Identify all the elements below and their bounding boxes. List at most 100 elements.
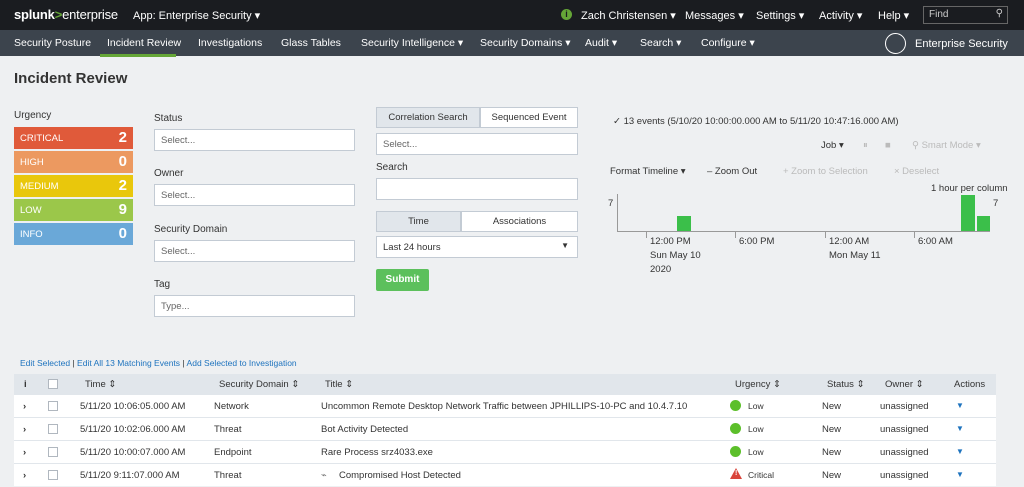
axis-sublabel: Mon May 11	[829, 250, 881, 261]
table-row[interactable]: › 5/11/20 10:06:05.000 AM Network Uncomm…	[14, 394, 996, 417]
user-menu[interactable]: Zach Christensen ▾	[581, 9, 676, 22]
nav-search[interactable]: Search ▾	[640, 37, 681, 49]
smart-mode-menu[interactable]: ⚲ Smart Mode ▾	[912, 140, 981, 151]
table-row[interactable]: › 5/11/20 9:11:07.000 AM Threat ⌁ Compro…	[14, 463, 996, 486]
row-owner: unassigned	[880, 424, 929, 435]
urgency-high[interactable]: HIGH 0	[14, 151, 133, 173]
settings-menu[interactable]: Settings ▾	[756, 9, 804, 22]
tab-associations[interactable]: Associations	[461, 211, 578, 232]
find-input[interactable]: Find ⚲	[923, 6, 1008, 24]
urgency-info[interactable]: INFO 0	[14, 223, 133, 245]
status-select[interactable]: Select...	[154, 129, 355, 151]
tab-sequenced-event[interactable]: Sequenced Event	[480, 107, 578, 128]
add-to-investigation-link[interactable]: Add Selected to Investigation	[187, 358, 297, 368]
row-urgency: Low	[748, 401, 764, 411]
active-tab-indicator	[100, 54, 176, 57]
format-timeline-menu[interactable]: Format Timeline ▾	[610, 166, 686, 177]
owner-select[interactable]: Select...	[154, 184, 355, 206]
row-owner: unassigned	[880, 447, 929, 458]
security-domain-select[interactable]: Select...	[154, 240, 355, 262]
expand-row-icon[interactable]: ›	[23, 424, 26, 435]
axis-sublabel: 2020	[650, 264, 672, 275]
domain-column-header[interactable]: Security Domain ⇕	[219, 379, 299, 390]
urgency-medium[interactable]: MEDIUM 2	[14, 175, 133, 197]
expand-row-icon[interactable]: ›	[23, 447, 26, 458]
tab-time[interactable]: Time	[376, 211, 461, 232]
top-bar: splunk>enterprise App: Enterprise Securi…	[0, 0, 1024, 30]
time-range-picker[interactable]: Last 24 hours ▼	[376, 236, 578, 258]
zoom-to-selection-button[interactable]: + Zoom to Selection	[783, 166, 868, 177]
job-menu[interactable]: Job ▾	[821, 140, 844, 151]
table-header: i Time ⇕ Security Domain ⇕ Title ⇕ Urgen…	[14, 374, 996, 394]
nav-glass-tables[interactable]: Glass Tables	[281, 37, 341, 49]
row-title: Compromised Host Detected	[339, 470, 461, 481]
expand-row-icon[interactable]: ›	[23, 470, 26, 481]
search-input[interactable]	[376, 178, 578, 200]
nav-security-intelligence[interactable]: Security Intelligence ▾	[361, 37, 463, 49]
axis-label: 6:00 AM	[918, 236, 953, 247]
submit-button[interactable]: Submit	[376, 269, 429, 291]
tag-label: Tag	[154, 279, 171, 290]
title-column-header[interactable]: Title ⇕	[325, 379, 353, 390]
owner-column-header[interactable]: Owner ⇕	[885, 379, 924, 390]
row-actions-dropdown[interactable]: ▼	[956, 401, 964, 410]
bulk-action-links: Edit Selected | Edit All 13 Matching Eve…	[20, 358, 297, 368]
help-menu[interactable]: Help ▾	[878, 9, 909, 22]
nav-security-domains[interactable]: Security Domains ▾	[480, 37, 570, 49]
security-domain-label: Security Domain	[154, 224, 228, 235]
row-status: New	[822, 470, 842, 481]
nav-configure[interactable]: Configure ▾	[701, 37, 755, 49]
deselect-button[interactable]: × Deselect	[894, 166, 939, 177]
row-status: New	[822, 424, 842, 435]
row-checkbox[interactable]	[48, 401, 58, 411]
zoom-out-button[interactable]: – Zoom Out	[707, 166, 757, 177]
nav-audit[interactable]: Audit ▾	[585, 37, 617, 49]
axis-tick	[914, 232, 915, 238]
urgency-column-header[interactable]: Urgency ⇕	[735, 379, 781, 390]
row-urgency: Low	[748, 447, 764, 457]
stop-icon[interactable]: ■	[885, 140, 891, 151]
pause-icon[interactable]: ⏸	[863, 140, 868, 151]
row-actions-dropdown[interactable]: ▼	[956, 447, 964, 456]
row-urgency: Low	[748, 424, 764, 434]
row-status: New	[822, 401, 842, 412]
axis-tick	[735, 232, 736, 238]
correlation-search-select[interactable]: Select...	[376, 133, 578, 155]
edit-all-link[interactable]: Edit All 13 Matching Events	[77, 358, 180, 368]
urgency-low[interactable]: LOW 9	[14, 199, 133, 221]
edit-selected-link[interactable]: Edit Selected	[20, 358, 70, 368]
row-domain: Threat	[214, 470, 242, 481]
nav-investigations[interactable]: Investigations	[198, 37, 262, 49]
table-row[interactable]: › 5/11/20 10:00:07.000 AM Endpoint Rare …	[14, 440, 996, 463]
expand-row-icon[interactable]: ›	[23, 401, 26, 412]
time-column-header[interactable]: Time ⇕	[85, 379, 116, 390]
axis-label: 6:00 PM	[739, 236, 775, 247]
table-row[interactable]: › 5/11/20 10:02:06.000 AM Threat Bot Act…	[14, 417, 996, 440]
select-all-checkbox[interactable]	[48, 379, 58, 389]
row-checkbox[interactable]	[48, 424, 58, 434]
app-menu[interactable]: App: Enterprise Security ▾	[133, 9, 260, 22]
nav-incident-review[interactable]: Incident Review	[107, 37, 181, 49]
messages-menu[interactable]: Messages ▾	[685, 9, 744, 22]
axis-label: 12:00 AM	[829, 236, 870, 247]
events-count: ✓ 13 events (5/10/20 10:00:00.000 AM to …	[613, 116, 899, 127]
row-checkbox[interactable]	[48, 447, 58, 457]
row-checkbox[interactable]	[48, 470, 58, 480]
row-actions-dropdown[interactable]: ▼	[956, 470, 964, 479]
status-column-header[interactable]: Status ⇕	[827, 379, 865, 390]
timeline-bar[interactable]	[961, 195, 975, 231]
activity-menu[interactable]: Activity ▾	[819, 9, 862, 22]
incident-table: i Time ⇕ Security Domain ⇕ Title ⇕ Urgen…	[14, 374, 996, 486]
tab-correlation-search[interactable]: Correlation Search	[376, 107, 480, 128]
row-actions-dropdown[interactable]: ▼	[956, 424, 964, 433]
axis-label: 12:00 PM	[650, 236, 691, 247]
timeline-bar[interactable]	[977, 216, 990, 231]
row-title: Uncommon Remote Desktop Network Traffic …	[321, 401, 688, 412]
splunk-logo[interactable]: splunk>enterprise	[14, 7, 118, 22]
timeline-chart[interactable]	[617, 194, 990, 232]
timeline-bar[interactable]	[677, 216, 691, 231]
urgency-critical[interactable]: CRITICAL 2	[14, 127, 133, 149]
row-owner: unassigned	[880, 401, 929, 412]
tag-input[interactable]: Type...	[154, 295, 355, 317]
nav-security-posture[interactable]: Security Posture	[14, 37, 91, 49]
